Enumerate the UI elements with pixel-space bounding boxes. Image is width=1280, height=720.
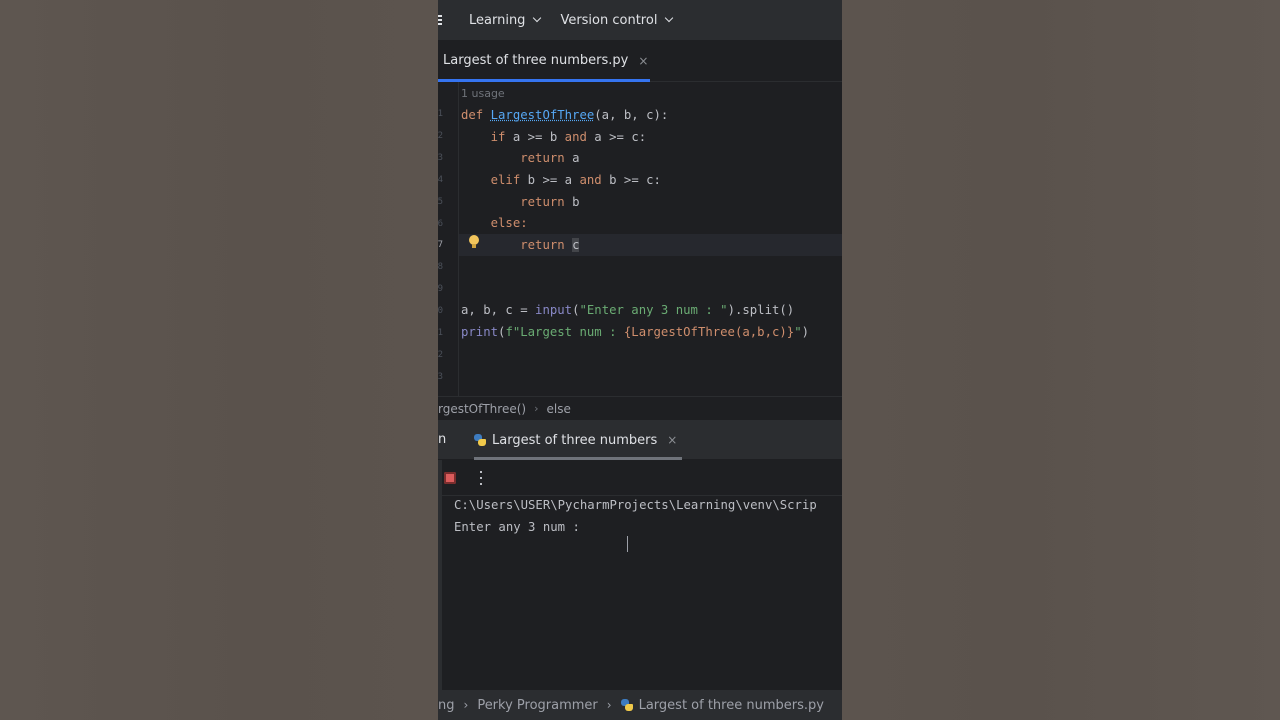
string-literal: f"Largest num : <box>505 325 624 339</box>
close-icon[interactable]: × <box>638 54 648 68</box>
chevron-down-icon <box>665 13 674 23</box>
builtin: input <box>535 303 573 317</box>
code-editor[interactable]: 1 2 3 4 5 6 7 8 9 0 1 2 3 1 usage def La… <box>438 82 842 396</box>
code-text: b <box>572 195 580 209</box>
line-number: 1 <box>438 328 443 338</box>
code-line: return b <box>461 192 579 212</box>
code-text: a, b, c = <box>461 303 536 317</box>
line-number: 0 <box>438 306 443 316</box>
run-toolbar <box>438 460 842 496</box>
code-text: b >= a <box>527 173 573 187</box>
line-number: 2 <box>438 350 443 360</box>
code-text: a <box>572 151 580 165</box>
vcs-menu[interactable]: Version control <box>560 12 674 28</box>
line-number: 6 <box>438 219 443 229</box>
main-menu-icon[interactable] <box>438 12 448 28</box>
run-console[interactable]: C:\Users\USER\PycharmProjects\Learning\v… <box>438 460 842 690</box>
chevron-right-icon: › <box>606 698 612 712</box>
breadcrumb-item[interactable]: rgestOfThree() <box>438 402 526 416</box>
run-tool-window-header: n Largest of three numbers × <box>438 420 842 460</box>
line-number: 2 <box>438 131 443 141</box>
code-text: b >= c: <box>609 173 661 187</box>
status-breadcrumb-item[interactable]: Largest of three numbers.py <box>639 698 824 713</box>
keyword: return <box>520 151 565 165</box>
code-text: a >= b <box>512 130 558 144</box>
ide-window: Learning Version control Largest of thre… <box>438 0 842 720</box>
console-line: C:\Users\USER\PycharmProjects\Learning\v… <box>454 498 817 512</box>
keyword: and <box>579 173 602 187</box>
chevron-down-icon <box>533 13 542 23</box>
line-number: 3 <box>438 153 443 163</box>
code-line: return a <box>461 148 579 168</box>
keyword: elif <box>490 173 521 187</box>
vcs-menu-label: Version control <box>560 12 658 28</box>
keyword: def <box>461 108 484 122</box>
text-cursor-icon <box>627 536 628 552</box>
editor-tab-label: Largest of three numbers.py <box>443 53 629 68</box>
run-window-title: n <box>438 432 447 447</box>
line-number: 4 <box>438 175 443 185</box>
code-line: return c <box>461 235 580 255</box>
chevron-right-icon: › <box>534 402 539 415</box>
line-number: 7 <box>438 240 443 250</box>
keyword: else: <box>490 216 528 230</box>
chevron-right-icon: › <box>463 698 469 712</box>
builtin: print <box>461 325 499 339</box>
line-gutter: 1 2 3 4 5 6 7 8 9 0 1 2 3 <box>438 82 459 396</box>
code-line: a, b, c = input("Enter any 3 num : ").sp… <box>461 300 794 320</box>
line-number: 9 <box>438 284 443 294</box>
python-icon <box>474 434 486 446</box>
keyword: return <box>520 238 565 252</box>
title-bar: Learning Version control <box>438 0 842 40</box>
function-name[interactable]: LargestOfThree <box>491 108 595 122</box>
code-text: (a, b, c): <box>594 108 669 122</box>
python-icon <box>620 699 633 711</box>
keyword: and <box>564 130 587 144</box>
code-text: ).split() <box>727 303 795 317</box>
run-tab[interactable]: Largest of three numbers × <box>474 420 682 460</box>
stop-icon[interactable] <box>444 472 456 484</box>
usage-hint[interactable]: 1 usage <box>461 87 505 100</box>
code-text: a >= c: <box>594 130 647 144</box>
more-options-icon[interactable] <box>480 471 483 485</box>
code-line: if a >= b and a >= c: <box>461 127 647 147</box>
code-line: elif b >= a and b >= c: <box>461 170 661 190</box>
line-number: 1 <box>438 109 443 119</box>
code-text: c <box>572 238 580 252</box>
project-menu[interactable]: Learning <box>469 12 542 28</box>
keyword: return <box>520 195 565 209</box>
code-line: else: <box>461 213 528 233</box>
editor-tab[interactable]: Largest of three numbers.py × <box>438 40 650 82</box>
code-line: print(f"Largest num : {LargestOfThree(a,… <box>461 322 809 342</box>
project-menu-label: Learning <box>469 12 526 28</box>
status-bar: ng › Perky Programmer › Largest of three… <box>438 690 842 720</box>
line-number: 8 <box>438 262 443 272</box>
close-icon[interactable]: × <box>667 433 677 447</box>
status-breadcrumb-item[interactable]: Perky Programmer <box>477 698 597 713</box>
string-literal: "Enter any 3 num : " <box>579 303 728 317</box>
background-left <box>0 0 438 720</box>
console-line: Enter any 3 num : <box>454 520 588 534</box>
editor-tab-bar: Largest of three numbers.py × <box>438 40 842 82</box>
breadcrumb-item[interactable]: else <box>547 402 571 416</box>
breadcrumb: rgestOfThree() › else <box>438 396 842 420</box>
status-breadcrumb-item[interactable]: ng <box>438 698 455 713</box>
run-tab-label: Largest of three numbers <box>492 432 658 448</box>
background-right <box>842 0 1280 720</box>
code-text: ) <box>801 325 809 339</box>
line-number: 3 <box>438 372 443 382</box>
keyword: if <box>490 130 506 144</box>
line-number: 5 <box>438 197 443 207</box>
code-line: def LargestOfThree(a, b, c): <box>461 105 668 125</box>
fstring-expression: {LargestOfThree(a,b,c)} <box>623 325 795 339</box>
string-literal: " <box>794 325 802 339</box>
